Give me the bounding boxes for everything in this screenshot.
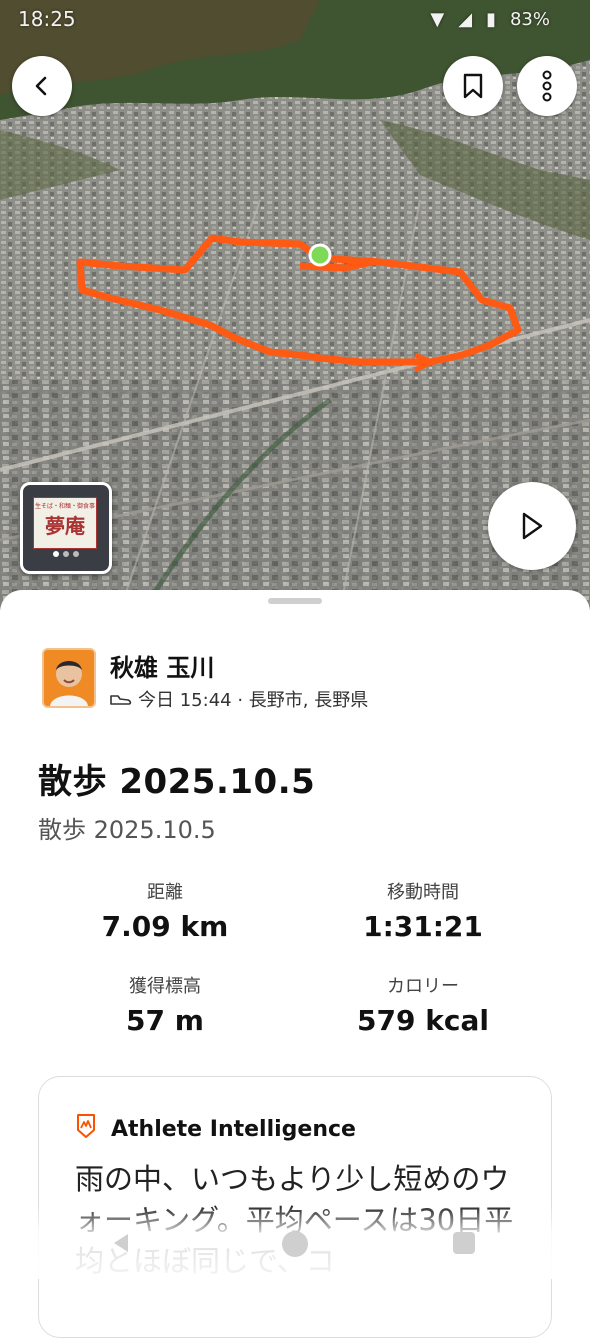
sheet-drag-handle[interactable]	[268, 598, 322, 604]
route-map[interactable]: 18:25 ▼ ◢ ▮ 83% 生そば・和麺・御食事 夢庵	[0, 0, 590, 610]
avatar-image	[44, 650, 94, 706]
activity-description: 散歩 2025.10.5	[38, 816, 216, 844]
status-bar: 18:25 ▼ ◢ ▮ 83%	[18, 4, 550, 34]
stat-distance-value: 7.09 km	[101, 910, 229, 943]
activity-time-location: 今日 15:44 · 長野市, 長野県	[138, 690, 369, 711]
more-vertical-icon	[542, 70, 552, 102]
nav-back-icon[interactable]	[110, 1231, 132, 1255]
stat-distance-label: 距離	[147, 882, 183, 903]
photo-sign: 生そば・和麺・御食事 夢庵	[33, 497, 97, 549]
stat-elevation-label: 獲得標高	[129, 976, 201, 997]
stat-calories-label: カロリー	[387, 976, 459, 997]
nav-home-icon[interactable]	[282, 1231, 308, 1257]
back-button[interactable]	[12, 56, 72, 116]
stat-calories: カロリー 579 kcal	[298, 972, 548, 1037]
back-arrow-icon	[35, 76, 47, 96]
athlete-intelligence-title: Athlete Intelligence	[111, 1117, 356, 1142]
bookmark-button[interactable]	[443, 56, 503, 116]
activity-details-sheet: 秋雄 玉川 今日 15:44 · 長野市, 長野県 散歩 2025.10.5 散…	[0, 590, 590, 1338]
play-icon	[522, 512, 543, 540]
athlete-intelligence-icon	[77, 1114, 95, 1138]
play-flyover-button[interactable]	[488, 482, 576, 570]
photo-sign-main-text: 夢庵	[45, 514, 85, 538]
bookmark-icon	[463, 73, 483, 99]
battery-icon: ▮	[486, 8, 496, 30]
wifi-icon: ▼	[430, 8, 445, 30]
stat-calories-value: 579 kcal	[357, 1004, 489, 1037]
route-start-marker	[308, 243, 332, 267]
stat-elevation-value: 57 m	[126, 1004, 204, 1037]
activity-photo-thumbnail[interactable]: 生そば・和麺・御食事 夢庵	[20, 482, 112, 574]
athlete-name[interactable]: 秋雄 玉川	[110, 648, 214, 683]
battery-percent: 83%	[509, 8, 550, 30]
nav-recents-icon[interactable]	[453, 1232, 475, 1254]
status-icons: ▼ ◢ ▮ 83%	[430, 9, 550, 30]
avatar[interactable]	[42, 648, 96, 708]
stat-moving-time: 移動時間 1:31:21	[298, 878, 548, 943]
stat-distance: 距離 7.09 km	[40, 878, 290, 943]
signal-icon: ◢	[458, 8, 473, 30]
stat-elevation-gain: 獲得標高 57 m	[40, 972, 290, 1037]
shoe-icon	[110, 695, 132, 705]
stat-moving-time-value: 1:31:21	[363, 910, 483, 943]
system-navigation-bar	[0, 1205, 590, 1279]
stat-moving-time-label: 移動時間	[387, 882, 459, 903]
activity-title: 散歩 2025.10.5	[38, 762, 316, 802]
activity-meta: 今日 15:44 · 長野市, 長野県	[110, 686, 368, 712]
photo-sign-top-text: 生そば・和麺・御食事	[34, 503, 95, 510]
status-time: 18:25	[18, 7, 76, 31]
more-options-button[interactable]	[517, 56, 577, 116]
photo-pager-dots	[53, 551, 79, 557]
